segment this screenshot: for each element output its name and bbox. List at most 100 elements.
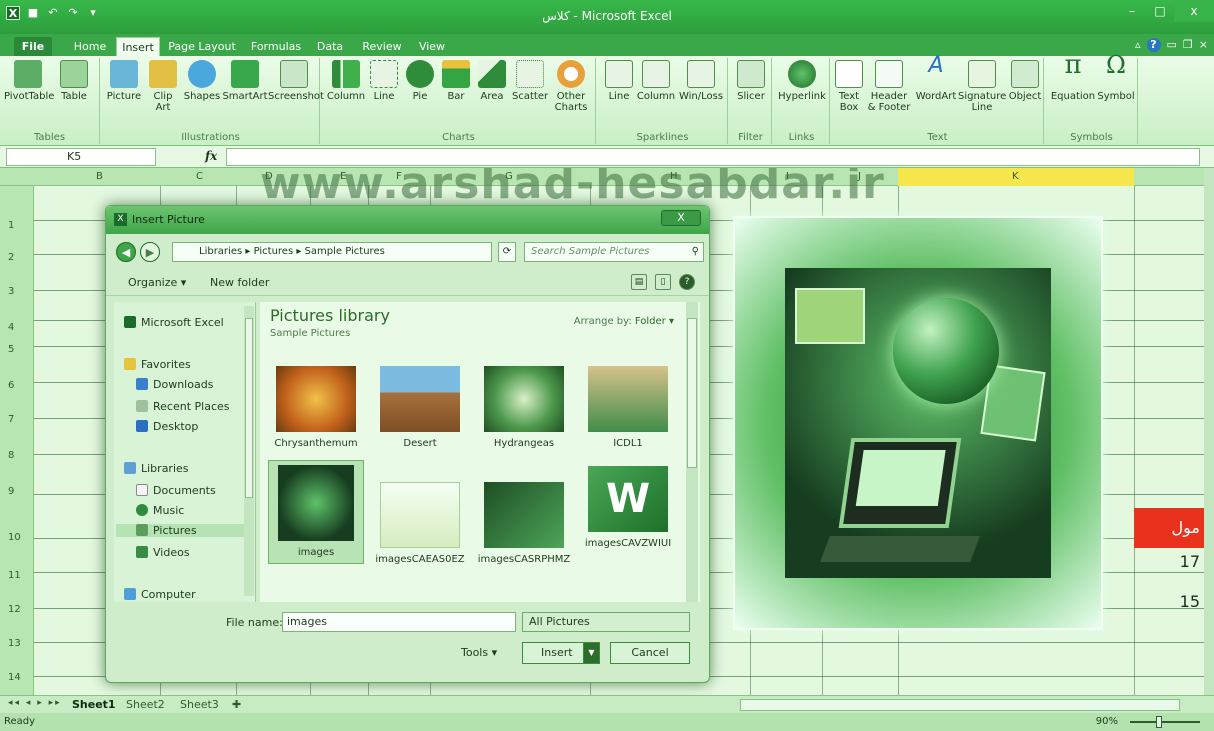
maximize-button[interactable]: □ (1146, 0, 1174, 22)
area-chart-button[interactable]: Area (476, 60, 508, 102)
sparkline-line-button[interactable]: Line (604, 60, 634, 102)
row-4[interactable]: 4 (8, 322, 14, 333)
row-2[interactable]: 2 (8, 252, 14, 263)
cancel-button[interactable]: Cancel (610, 642, 690, 664)
sheet-tab-sheet3[interactable]: Sheet3 (180, 698, 219, 711)
text-box-button[interactable]: Text Box (834, 60, 864, 113)
window-restore-icon[interactable]: ❐ (1183, 38, 1193, 52)
sparkline-winloss-button[interactable]: Win/Loss (678, 60, 724, 102)
file-list-scrollbar[interactable] (686, 302, 698, 602)
thumb-icdl1[interactable]: ICDL1 (580, 366, 676, 449)
line-chart-button[interactable]: Line (368, 60, 400, 102)
zoom-level[interactable]: 90% (1096, 716, 1118, 727)
nav-videos[interactable]: Videos (136, 546, 190, 559)
address-bar[interactable]: Libraries ▸ Pictures ▸ Sample Pictures (172, 242, 492, 262)
cell-k10[interactable]: مول (1134, 508, 1204, 548)
help-icon[interactable]: ? (679, 274, 695, 290)
insert-function-icon[interactable]: fx (205, 149, 217, 163)
smartart-button[interactable]: SmartArt (222, 60, 268, 102)
file-type-select[interactable]: All Pictures (522, 612, 690, 632)
thumb-imagescavzwiui[interactable]: WimagesCAVZWIUI (580, 466, 676, 549)
symbol-button[interactable]: Ω Symbol (1096, 53, 1136, 102)
zoom-slider-knob[interactable] (1156, 716, 1162, 728)
row-11[interactable]: 11 (8, 570, 21, 581)
tab-review[interactable]: Review (360, 37, 404, 56)
signature-line-button[interactable]: Signature Line (958, 60, 1006, 113)
window-minimize-icon[interactable]: ▭ (1167, 38, 1177, 52)
ribbon-minimize-icon[interactable]: ▵ (1135, 38, 1141, 52)
thumb-images[interactable]: images (268, 460, 364, 564)
forward-icon[interactable]: ▶ (140, 242, 160, 262)
row-7[interactable]: 7 (8, 414, 14, 425)
refresh-icon[interactable]: ⟳ (498, 242, 516, 262)
clip-art-button[interactable]: Clip Art (146, 60, 180, 113)
nav-libraries[interactable]: Libraries (124, 462, 189, 475)
nav-desktop[interactable]: Desktop (136, 420, 198, 433)
sheet-nav-arrows[interactable]: ◂◂ ◂ ▸ ▸▸ (8, 698, 62, 708)
object-button[interactable]: Object (1008, 60, 1042, 102)
row-6[interactable]: 6 (8, 380, 14, 391)
tab-home[interactable]: Home (70, 37, 110, 56)
sheet-tab-sheet2[interactable]: Sheet2 (126, 698, 165, 711)
thumb-imagescaeas0ez[interactable]: imagesCAEAS0EZ (372, 482, 468, 565)
wordart-button[interactable]: A WordArt (914, 55, 958, 103)
cell-k12[interactable]: 15 (1140, 592, 1200, 611)
vertical-scrollbar[interactable] (1204, 168, 1214, 695)
organize-button[interactable]: Organize ▾ (128, 276, 186, 289)
cell-k11[interactable]: 17 (1140, 552, 1200, 571)
row-9[interactable]: 9 (8, 486, 14, 497)
sheet-tab-sheet1[interactable]: Sheet1 (72, 698, 116, 711)
col-k[interactable]: K (1012, 171, 1019, 182)
row-3[interactable]: 3 (8, 286, 14, 297)
pie-chart-button[interactable]: Pie (404, 60, 436, 102)
close-button[interactable]: x (1174, 0, 1214, 22)
inserted-picture[interactable] (733, 216, 1103, 630)
nav-documents[interactable]: Documents (136, 484, 216, 497)
minimize-button[interactable]: – (1118, 0, 1146, 22)
row-14[interactable]: 14 (8, 672, 21, 683)
new-folder-button[interactable]: New folder (210, 276, 269, 289)
arrange-by[interactable]: Arrange by: Folder ▾ (574, 316, 674, 327)
tab-insert[interactable]: Insert (116, 37, 160, 56)
insert-sheet-icon[interactable]: ✚ (232, 698, 241, 711)
screenshot-button[interactable]: Screenshot (268, 60, 324, 102)
tab-formulas[interactable]: Formulas (248, 37, 304, 56)
thumb-chrysanthemum[interactable]: Chrysanthemum (268, 366, 364, 449)
formula-input[interactable] (226, 148, 1200, 166)
insert-dropdown-icon[interactable]: ▼ (583, 643, 599, 663)
nav-computer[interactable]: Computer (124, 588, 196, 601)
equation-button[interactable]: π Equation (1050, 52, 1096, 102)
tab-page-layout[interactable]: Page Layout (168, 37, 236, 56)
nav-music[interactable]: Music (136, 504, 184, 517)
back-icon[interactable]: ◀ (116, 242, 136, 262)
nav-pictures[interactable]: Pictures (116, 524, 253, 537)
hyperlink-button[interactable]: Hyperlink (776, 60, 828, 102)
col-b[interactable]: B (96, 171, 103, 182)
nav-downloads[interactable]: Downloads (136, 378, 213, 391)
nav-recent-places[interactable]: Recent Places (136, 400, 230, 413)
nav-favorites[interactable]: Favorites (124, 358, 191, 371)
search-icon[interactable]: ⚲ (692, 243, 699, 261)
table-button[interactable]: Table (54, 60, 94, 102)
window-close-icon[interactable]: × (1199, 38, 1208, 52)
file-name-input[interactable]: images (282, 612, 516, 632)
name-box[interactable]: K5 (6, 148, 156, 166)
other-charts-button[interactable]: Other Charts (550, 60, 592, 113)
insert-button[interactable]: Insert ▼ (522, 642, 600, 664)
zoom-slider[interactable] (1130, 716, 1200, 728)
change-view-icon[interactable]: ▤ (631, 274, 647, 290)
header-footer-button[interactable]: Header & Footer (866, 60, 912, 113)
thumb-imagescasrphmz[interactable]: imagesCASRPHMZ (476, 482, 572, 565)
row-5[interactable]: 5 (8, 344, 14, 355)
sparkline-column-button[interactable]: Column (636, 60, 676, 102)
help-icon[interactable]: ? (1146, 38, 1161, 52)
shapes-button[interactable]: Shapes (182, 60, 222, 102)
row-10[interactable]: 10 (8, 532, 21, 543)
tools-button[interactable]: Tools ▾ (461, 646, 497, 659)
slicer-button[interactable]: Slicer (734, 60, 768, 102)
tab-view[interactable]: View (414, 37, 450, 56)
thumb-hydrangeas[interactable]: Hydrangeas (476, 366, 572, 449)
tab-data[interactable]: Data (314, 37, 346, 56)
dialog-close-button[interactable]: X (661, 210, 701, 226)
row-12[interactable]: 12 (8, 604, 21, 615)
